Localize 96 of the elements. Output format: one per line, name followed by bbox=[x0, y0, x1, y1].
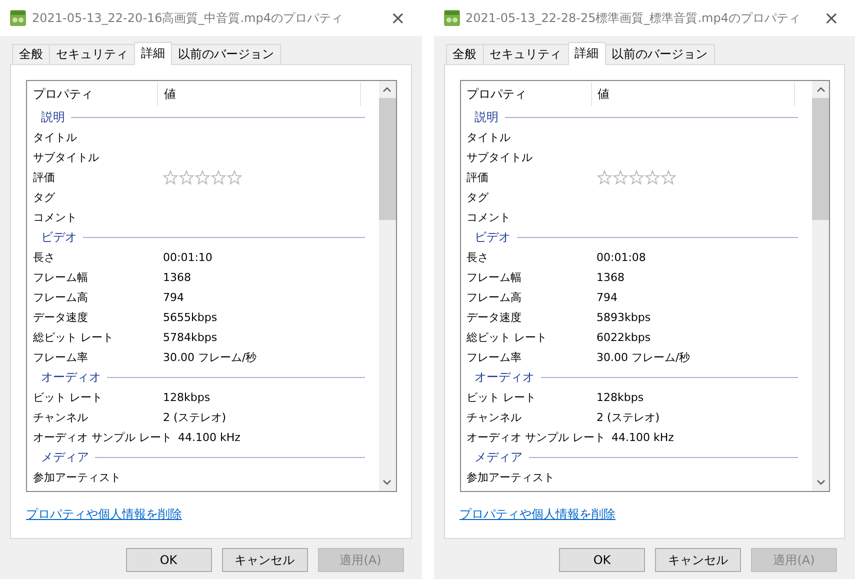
column-header[interactable]: 値 bbox=[158, 82, 361, 106]
property-value: 5784kbps bbox=[163, 330, 218, 344]
property-name: フレーム高 bbox=[466, 290, 522, 304]
property-name: オーディオ サンプル レート bbox=[466, 430, 606, 444]
property-name: コメント bbox=[32, 210, 78, 224]
property-name: データ速度 bbox=[32, 310, 89, 324]
property-name: フレーム幅 bbox=[32, 270, 89, 284]
dialog-button[interactable]: キャンセル bbox=[655, 548, 741, 572]
property-name: タグ bbox=[32, 190, 56, 204]
property-value: 1368 bbox=[596, 270, 624, 284]
column-header[interactable]: プロパティ bbox=[460, 82, 592, 106]
group-label: メディア bbox=[41, 448, 89, 466]
property-name: ビット レート bbox=[466, 390, 537, 404]
property-name: タイトル bbox=[466, 130, 512, 144]
property-name: フレーム率 bbox=[32, 350, 89, 364]
window-title: 2021-05-13_22-28-25標準画質_標準音質.mp4のプロパティ bbox=[466, 10, 802, 26]
star-icon bbox=[644, 170, 660, 184]
dialog-button[interactable]: OK bbox=[126, 548, 212, 572]
star-icon bbox=[163, 170, 178, 184]
app-icon bbox=[444, 10, 460, 26]
property-value: 44.100 kHz bbox=[612, 430, 674, 444]
property-value: 00:01:10 bbox=[163, 250, 212, 264]
star-icon bbox=[612, 170, 628, 184]
property-name: ビット レート bbox=[32, 390, 104, 404]
property-name: チャンネル bbox=[32, 410, 89, 424]
star-icon bbox=[179, 170, 194, 184]
property-value: 2 (ステレオ) bbox=[163, 410, 226, 424]
property-value: 794 bbox=[163, 290, 184, 304]
property-value: 794 bbox=[596, 290, 618, 304]
app-icon bbox=[10, 10, 26, 26]
property-name: 長さ bbox=[466, 250, 490, 264]
star-icon bbox=[628, 170, 644, 184]
property-name: フレーム高 bbox=[32, 290, 89, 304]
dialog-button[interactable]: キャンセル bbox=[222, 548, 308, 572]
group-label: オーディオ bbox=[41, 368, 101, 386]
property-name: 総ビット レート bbox=[466, 330, 548, 344]
tab[interactable]: 以前のバージョン bbox=[171, 44, 281, 64]
property-name: データ速度 bbox=[466, 310, 522, 324]
property-value: 5655kbps bbox=[163, 310, 218, 324]
property-value: 128kbps bbox=[596, 390, 644, 404]
property-value: 5893kbps bbox=[596, 310, 651, 324]
tab[interactable]: 詳細 bbox=[568, 42, 606, 65]
property-name: 参加アーティスト bbox=[32, 470, 122, 484]
property-value: 30.00 フレーム/秒 bbox=[163, 350, 257, 364]
property-name: サブタイトル bbox=[32, 150, 100, 164]
close-button[interactable]: × bbox=[818, 8, 845, 28]
column-header[interactable]: 値 bbox=[592, 82, 794, 106]
scroll-down-icon bbox=[816, 480, 824, 485]
tab[interactable]: 以前のバージョン bbox=[604, 44, 714, 64]
scroll-thumb[interactable] bbox=[378, 98, 396, 220]
star-icon bbox=[227, 170, 242, 184]
dialog-button[interactable]: OK bbox=[559, 548, 645, 572]
star-icon bbox=[596, 170, 612, 184]
group-label: オーディオ bbox=[474, 368, 534, 386]
property-name: 総ビット レート bbox=[32, 330, 114, 344]
group-label: 説明 bbox=[474, 108, 498, 126]
remove-properties-link[interactable]: プロパティや個人情報を削除 bbox=[460, 506, 616, 523]
group-label: ビデオ bbox=[41, 228, 77, 246]
property-name: コメント bbox=[466, 210, 512, 224]
property-name: 評価 bbox=[466, 170, 490, 184]
close-button[interactable]: × bbox=[384, 8, 412, 28]
scroll-up-icon bbox=[383, 87, 391, 92]
property-name: フレーム率 bbox=[466, 350, 522, 364]
property-name: 長さ bbox=[32, 250, 56, 264]
property-name: フレーム幅 bbox=[466, 270, 522, 284]
group-label: 説明 bbox=[41, 108, 65, 126]
tab[interactable]: 詳細 bbox=[134, 42, 172, 65]
property-value: 6022kbps bbox=[596, 330, 651, 344]
star-icon bbox=[660, 170, 676, 184]
window-title: 2021-05-13_22-20-16高画質_中音質.mp4のプロパティ bbox=[32, 10, 344, 26]
property-value: 2 (ステレオ) bbox=[596, 410, 660, 424]
property-name: タイトル bbox=[32, 130, 78, 144]
property-name: チャンネル bbox=[466, 410, 522, 424]
property-name: 参加アーティスト bbox=[466, 470, 556, 484]
column-header[interactable]: プロパティ bbox=[27, 82, 158, 106]
property-name: オーディオ サンプル レート bbox=[32, 430, 173, 444]
scrollbar[interactable] bbox=[812, 81, 829, 491]
scroll-up-icon bbox=[816, 87, 824, 92]
scroll-thumb[interactable] bbox=[812, 98, 829, 220]
property-value: 128kbps bbox=[163, 390, 210, 404]
property-name: 評価 bbox=[32, 170, 56, 184]
star-icon bbox=[211, 170, 226, 184]
property-name: タグ bbox=[466, 190, 490, 204]
group-label: ビデオ bbox=[474, 228, 510, 246]
remove-properties-link[interactable]: プロパティや個人情報を削除 bbox=[26, 506, 182, 523]
group-label: メディア bbox=[474, 448, 522, 466]
scrollbar[interactable] bbox=[378, 81, 396, 491]
scroll-down-icon bbox=[383, 480, 391, 485]
property-name: サブタイトル bbox=[466, 150, 534, 164]
tab[interactable]: 全般 bbox=[12, 44, 50, 64]
property-value: 30.00 フレーム/秒 bbox=[596, 350, 690, 364]
star-icon bbox=[195, 170, 210, 184]
property-value: 44.100 kHz bbox=[178, 430, 240, 444]
property-value: 1368 bbox=[163, 270, 191, 284]
tab[interactable]: 全般 bbox=[446, 44, 484, 64]
property-value: 00:01:08 bbox=[596, 250, 646, 264]
